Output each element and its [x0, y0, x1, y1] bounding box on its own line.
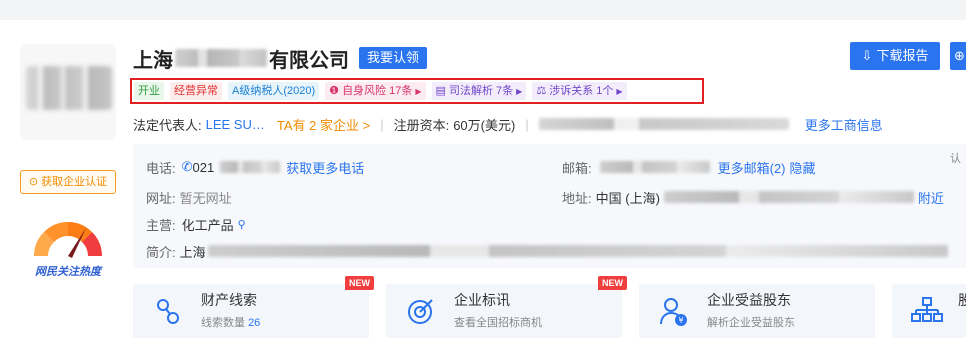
book-icon: ▤	[435, 85, 449, 97]
caret-right-icon: ▶	[415, 87, 422, 96]
new-badge: NEW	[345, 276, 374, 290]
get-certification-button[interactable]: ⊙ 获取企业认证	[20, 170, 116, 194]
top-strip	[0, 0, 966, 20]
clue-count: 26	[248, 317, 261, 329]
intro-row: 简介: 上海	[146, 242, 948, 260]
tag-open: 开业	[134, 82, 164, 100]
feature-title: 企业受益股东	[707, 292, 791, 308]
cloud-download-icon: ⇩	[861, 48, 873, 63]
feature-title: 财产线索	[201, 292, 257, 308]
org-chart-icon	[911, 297, 943, 322]
claim-company-button[interactable]: 我要认领	[359, 47, 428, 69]
tag-own-risk[interactable]: ❶ 自身风险 17条 ▶	[325, 82, 426, 100]
feature-subtitle: 线索数量 26	[201, 317, 261, 329]
feature-card-assets[interactable]: NEW 财产线索 线索数量 26	[133, 276, 374, 338]
clue-icon	[157, 299, 179, 324]
intro-value: 上海	[179, 244, 206, 260]
svg-text:¥: ¥	[678, 316, 683, 325]
masked-phone	[220, 161, 281, 173]
legal-rep-link[interactable]: LEE SU…	[206, 117, 265, 132]
divider: |	[525, 116, 529, 132]
legal-info-row: 法定代表人: LEE SU… TA有 2 家企业 > | 注册资本: 60万(美…	[133, 114, 883, 134]
phone-row: 电话: ✆ 021 获取更多电话	[146, 158, 365, 177]
address-value: 中国 (上海)	[595, 190, 660, 206]
side-action-button[interactable]: ⊕	[950, 42, 966, 70]
side-action-icon: ⊕	[954, 48, 965, 63]
search-icon[interactable]: ⚲	[238, 218, 246, 231]
more-business-info-link[interactable]: 更多工商信息	[805, 115, 883, 134]
ta-companies-link[interactable]: TA有 2 家企业 >	[277, 115, 370, 134]
feature-title: 企业标讯	[454, 292, 510, 308]
masked-intro	[207, 245, 948, 257]
new-badge: NEW	[598, 276, 627, 290]
website-row: 网址: 暂无网址	[146, 188, 232, 206]
feature-title: 股	[958, 292, 966, 308]
legal-rep-label: 法定代表人:	[133, 117, 202, 133]
nearby-link[interactable]: 附近	[918, 188, 944, 207]
capital-value: 60万(美元)	[453, 117, 516, 133]
main-business-row: 主营: 化工产品 ⚲	[146, 215, 246, 233]
email-row: 邮箱: 更多邮箱(2) 隐藏	[562, 158, 816, 176]
certification-icon: ⊙	[28, 176, 39, 188]
target-icon	[408, 299, 433, 324]
phone-value[interactable]: 021	[193, 160, 215, 175]
company-title: 上海 有限公司 我要认领	[133, 44, 428, 72]
masked-info	[538, 118, 789, 130]
feature-card-bidding[interactable]: NEW 企业标讯 查看全国招标商机	[386, 276, 627, 338]
feature-subtitle: 解析企业受益股东	[707, 317, 795, 329]
hide-emails-link[interactable]: 隐藏	[790, 158, 816, 177]
company-name-suffix: 有限公司	[269, 49, 349, 72]
address-row: 地址: 中国 (上海) 附近	[562, 188, 944, 206]
tag-abnormal[interactable]: 经营异常	[170, 82, 222, 100]
more-phones-link[interactable]: 获取更多电话	[286, 158, 364, 177]
tag-litigation[interactable]: ⚖ 涉诉关系 1个 ▶	[532, 82, 627, 100]
heat-gauge-icon	[34, 222, 102, 258]
feature-card-shareholders[interactable]: ¥ 企业受益股东 解析企业受益股东	[639, 284, 875, 338]
shield-alert-icon: ❶	[329, 85, 343, 97]
main-business-value: 化工产品	[181, 217, 234, 233]
tag-judicial[interactable]: ▤ 司法解析 7条 ▶	[431, 82, 527, 100]
feature-subtitle: 查看全国招标商机	[454, 317, 542, 329]
cert-mini-label: 认	[950, 153, 961, 165]
company-logo	[20, 44, 116, 140]
company-name-prefix: 上海	[133, 49, 173, 72]
more-emails-link[interactable]: 更多邮箱(2)	[718, 158, 786, 177]
phone-icon: ✆	[181, 159, 193, 174]
masked-address	[663, 191, 914, 203]
shareholder-icon: ¥	[660, 298, 687, 326]
heat-label: 网民关注热度	[35, 266, 101, 278]
feature-card-equity[interactable]: 股	[892, 284, 966, 338]
gavel-icon: ⚖	[536, 85, 550, 97]
company-name-masked	[175, 49, 267, 67]
divider: |	[380, 116, 384, 132]
website-value: 暂无网址	[179, 190, 232, 206]
capital-label: 注册资本:	[393, 117, 450, 133]
caret-right-icon: ▶	[616, 87, 623, 96]
caret-right-icon: ▶	[516, 87, 523, 96]
status-tags: 开业 经营异常 A级纳税人(2020) ❶ 自身风险 17条 ▶ ▤ 司法解析 7…	[134, 82, 627, 100]
download-report-button[interactable]: ⇩ 下载报告	[850, 42, 940, 70]
masked-email	[599, 161, 710, 173]
tag-taxpayer[interactable]: A级纳税人(2020)	[228, 82, 320, 100]
